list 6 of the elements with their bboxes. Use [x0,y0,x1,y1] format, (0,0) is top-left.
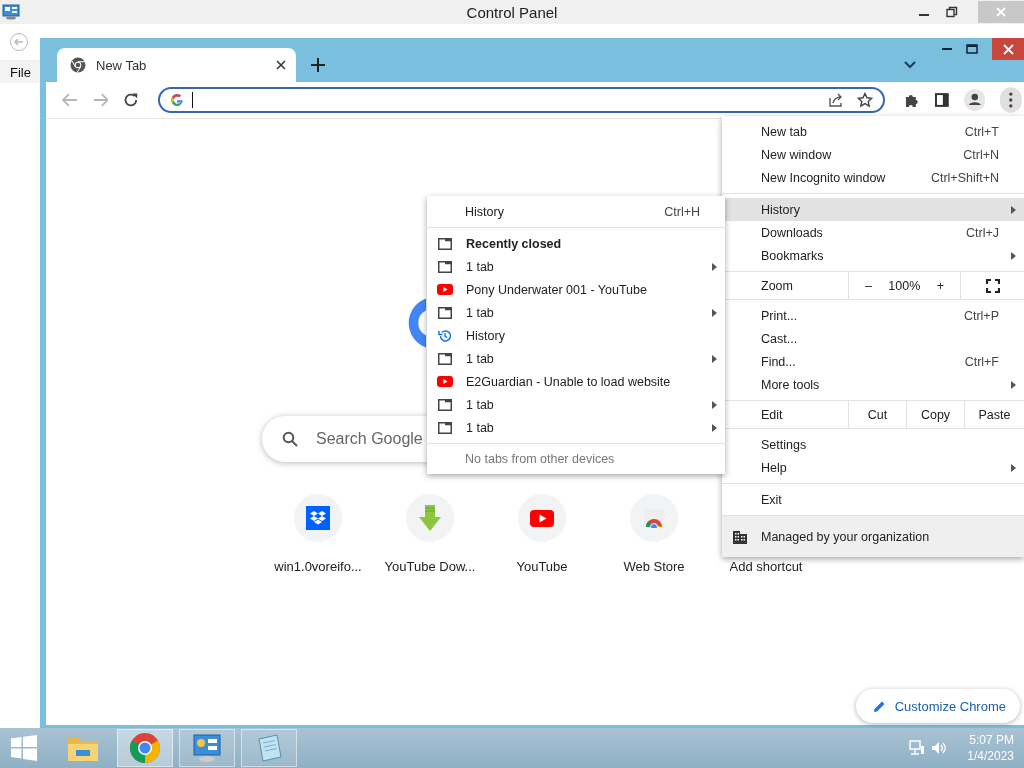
zoom-label: Zoom [760,277,794,295]
section-heading: Recently closed [466,236,562,251]
zoom-level: 100% [888,278,921,293]
window-title: Control Panel [465,3,559,21]
edit-label: Edit [760,406,784,424]
empty-message: No tabs from other devices [465,452,615,466]
